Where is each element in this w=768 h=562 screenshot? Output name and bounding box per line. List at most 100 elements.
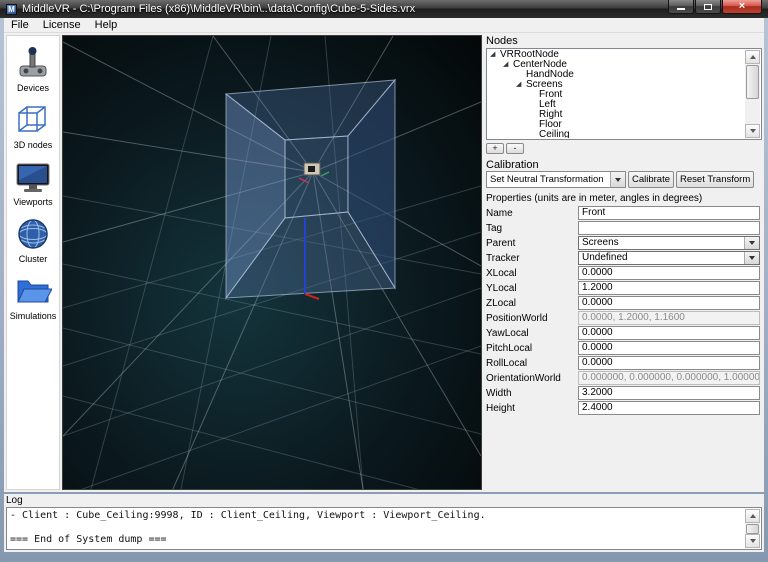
pitchlocal-field[interactable]: 0.0000 bbox=[578, 341, 760, 355]
nodes-tree: ◢ VRRootNode ◢ CenterNode HandNode ◢ Screens Fr… bbox=[486, 48, 762, 140]
calibration-row: Set Neutral Transformation Calibrate Res… bbox=[486, 171, 766, 189]
prop-row-rolllocal: RollLocal 0.0000 bbox=[486, 356, 762, 371]
sidebar-item-viewports[interactable]: Viewports bbox=[7, 150, 59, 207]
prop-row-yawlocal: YawLocal 0.0000 bbox=[486, 326, 762, 341]
parent-dropdown[interactable]: Screens bbox=[578, 236, 760, 250]
scroll-thumb[interactable] bbox=[746, 524, 759, 534]
prop-label-tag: Tag bbox=[486, 223, 503, 234]
properties-fields: Name Front Tag Parent Screens Tracker Undefine… bbox=[486, 206, 762, 416]
menu-file[interactable]: File bbox=[4, 18, 36, 33]
expand-arrow-icon[interactable]: ◢ bbox=[490, 51, 500, 59]
title-bar[interactable]: M MiddleVR - C:\Program Files (x86)\Midd… bbox=[0, 0, 768, 18]
scroll-down-button[interactable] bbox=[745, 534, 760, 548]
prop-row-ylocal: YLocal 1.2000 bbox=[486, 281, 762, 296]
nodes-tree-rows: ◢ VRRootNode ◢ CenterNode HandNode ◢ Screens Fr… bbox=[488, 50, 745, 138]
tracker-dropdown[interactable]: Undefined bbox=[578, 251, 760, 265]
prop-label-width: Width bbox=[486, 388, 512, 399]
scroll-up-button[interactable] bbox=[745, 50, 760, 64]
expand-arrow-icon[interactable]: ◢ bbox=[516, 81, 526, 89]
sidebar-item-label: Cluster bbox=[18, 254, 48, 264]
scroll-down-button[interactable] bbox=[745, 124, 760, 138]
log-title: Log bbox=[6, 495, 23, 506]
prop-label-orientationworld: OrientationWorld bbox=[486, 373, 561, 384]
tree-scrollbar[interactable] bbox=[745, 50, 760, 138]
nodes-panel-title: Nodes bbox=[486, 35, 518, 47]
chevron-down-icon bbox=[744, 252, 759, 264]
cluster-icon bbox=[14, 215, 52, 253]
close-button[interactable]: × bbox=[722, 0, 762, 14]
calibration-title: Calibration bbox=[486, 159, 539, 171]
scroll-up-icon bbox=[749, 55, 756, 59]
prop-row-xlocal: XLocal 0.0000 bbox=[486, 266, 762, 281]
scroll-down-icon bbox=[749, 129, 756, 133]
log-content[interactable]: - Client : Cube_Ceiling:9998, ID : Clien… bbox=[8, 509, 745, 548]
dropdown-value: Screens bbox=[582, 237, 619, 248]
sidebar-item-simulations[interactable]: Simulations bbox=[7, 264, 59, 321]
window-title: MiddleVR - C:\Program Files (x86)\Middle… bbox=[22, 3, 416, 15]
menu-help[interactable]: Help bbox=[88, 18, 125, 33]
sidebar-item-label: Viewports bbox=[13, 197, 53, 207]
expand-arrow-icon[interactable]: ◢ bbox=[503, 61, 513, 69]
tree-buttons: + - bbox=[486, 143, 524, 154]
prop-row-name: Name Front bbox=[486, 206, 762, 221]
menu-license[interactable]: License bbox=[36, 18, 88, 33]
tag-field[interactable] bbox=[578, 221, 760, 235]
calibration-dropdown[interactable]: Set Neutral Transformation bbox=[486, 171, 626, 188]
log-panel: Log - Client : Cube_Ceiling:9998, ID : C… bbox=[4, 494, 764, 552]
scroll-up-button[interactable] bbox=[745, 509, 760, 523]
window-controls: × bbox=[668, 0, 762, 14]
log-line: === End of System dump === bbox=[10, 534, 167, 545]
remove-node-button[interactable]: - bbox=[506, 143, 524, 154]
calibrate-button[interactable]: Calibrate bbox=[628, 171, 675, 188]
prop-label-yawlocal: YawLocal bbox=[486, 328, 529, 339]
tree-node-screens[interactable]: ◢ Screens bbox=[488, 80, 745, 90]
sidebar-item-label: 3D nodes bbox=[13, 140, 53, 150]
simulations-icon bbox=[14, 272, 52, 310]
log-box: - Client : Cube_Ceiling:9998, ID : Clien… bbox=[6, 507, 762, 550]
scroll-thumb[interactable] bbox=[746, 65, 759, 99]
prop-row-width: Width 3.2000 bbox=[486, 386, 762, 401]
tree-node-right[interactable]: Right bbox=[488, 110, 745, 120]
scroll-down-icon bbox=[749, 539, 756, 543]
sidebar-item-3d-nodes[interactable]: 3D nodes bbox=[7, 93, 59, 150]
sidebar-item-cluster[interactable]: Cluster bbox=[7, 207, 59, 264]
positionworld-field: 0.0000, 1.2000, 1.1600 bbox=[578, 311, 760, 325]
middlevr-app-icon: M bbox=[6, 3, 17, 15]
tree-node-left[interactable]: Left bbox=[488, 100, 745, 110]
menu-bar: File License Help bbox=[4, 18, 764, 33]
minimize-button[interactable] bbox=[668, 0, 694, 14]
prop-label-tracker: Tracker bbox=[486, 253, 520, 264]
ylocal-field[interactable]: 1.2000 bbox=[578, 281, 760, 295]
tree-node-label: Ceiling bbox=[539, 129, 570, 139]
3d-viewport[interactable] bbox=[62, 35, 482, 490]
prop-label-pitchlocal: PitchLocal bbox=[486, 343, 533, 354]
log-scrollbar[interactable] bbox=[745, 509, 760, 548]
log-line: - Client : Cube_Ceiling:9998, ID : Clien… bbox=[10, 510, 486, 521]
main-area: Devices 3D nodes Viewports Cluster Simulatio… bbox=[4, 33, 764, 492]
prop-label-xlocal: XLocal bbox=[486, 268, 517, 279]
prop-label-zlocal: ZLocal bbox=[486, 298, 517, 309]
dropdown-value: Undefined bbox=[582, 252, 628, 263]
height-field[interactable]: 2.4000 bbox=[578, 401, 760, 415]
sidebar-item-label: Simulations bbox=[9, 311, 57, 321]
prop-row-pitchlocal: PitchLocal 0.0000 bbox=[486, 341, 762, 356]
tree-node-floor[interactable]: Floor bbox=[488, 120, 745, 130]
width-field[interactable]: 3.2000 bbox=[578, 386, 760, 400]
add-node-button[interactable]: + bbox=[486, 143, 504, 154]
xlocal-field[interactable]: 0.0000 bbox=[578, 266, 760, 280]
maximize-button[interactable] bbox=[695, 0, 721, 14]
rolllocal-field[interactable]: 0.0000 bbox=[578, 356, 760, 370]
sidebar-item-devices[interactable]: Devices bbox=[7, 36, 59, 93]
prop-row-zlocal: ZLocal 0.0000 bbox=[486, 296, 762, 311]
zlocal-field[interactable]: 0.0000 bbox=[578, 296, 760, 310]
orientationworld-field: 0.000000, 0.000000, 0.000000, 1.000000 bbox=[578, 371, 760, 385]
app-window: M MiddleVR - C:\Program Files (x86)\Midd… bbox=[0, 0, 768, 562]
yawlocal-field[interactable]: 0.0000 bbox=[578, 326, 760, 340]
chevron-down-icon bbox=[744, 237, 759, 249]
sidebar: Devices 3D nodes Viewports Cluster Simulatio… bbox=[6, 35, 60, 490]
name-field[interactable]: Front bbox=[578, 206, 760, 220]
tree-node-front[interactable]: Front bbox=[488, 90, 745, 100]
close-icon: × bbox=[738, 0, 746, 12]
reset-transform-button[interactable]: Reset Transform bbox=[676, 171, 755, 188]
tree-node-ceiling[interactable]: Ceiling bbox=[488, 129, 745, 139]
